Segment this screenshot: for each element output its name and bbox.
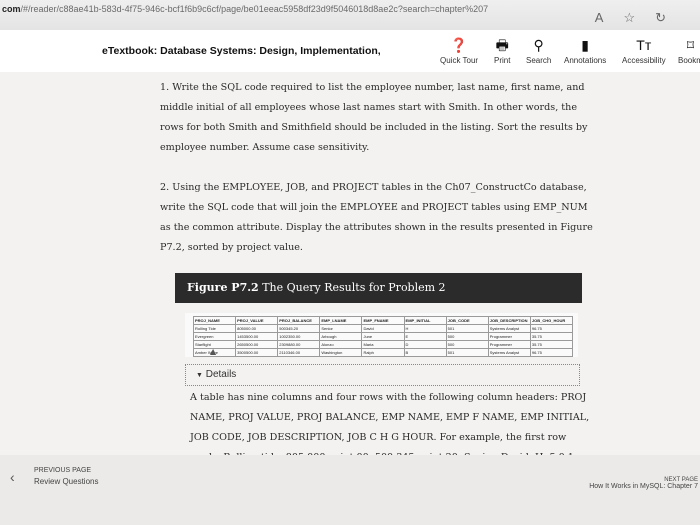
annotation-icon: ▮ (581, 37, 589, 53)
figure-header: Figure P7.2 The Query Results for Proble… (175, 273, 582, 303)
accessibility-button[interactable]: Tт Accessibility (622, 34, 666, 65)
table-cell: 805000.00 (235, 324, 279, 333)
url-text[interactable]: com/#/reader/c88ae41b-583d-4f75-946c-bcf… (2, 4, 488, 14)
table-cell: 3500500.00 (235, 348, 279, 357)
bookmark-button[interactable]: ⌑ Bookm (678, 34, 700, 65)
next-page-link[interactable]: NEXT PAGE How It Works in MySQL: Chapter… (589, 477, 698, 490)
caret-down-icon: ▼ (196, 372, 203, 379)
book-title: eTextbook: Database Systems: Design, Imp… (102, 45, 381, 57)
table-cell: David (361, 324, 405, 333)
table-cell: Ralph (361, 348, 405, 357)
reader-content: 1. Write the SQL code required to list t… (0, 72, 700, 483)
table-header-row: PROJ_NAME PROJ_VALUE PROJ_BALANCE EMP_LNAME… (192, 316, 574, 325)
table-cell: 500345.20 (277, 324, 321, 333)
table-cell: Senior (319, 324, 363, 333)
table-cell: 500 (445, 340, 489, 349)
table-header-cell: PROJ_BALANCE (277, 316, 321, 325)
table-cell: 500 (445, 332, 489, 341)
figure-image: PROJ_NAME PROJ_VALUE PROJ_BALANCE EMP_LNAME… (185, 313, 578, 357)
table-cell: Evergreen (192, 332, 237, 341)
table-cell: 501 (445, 348, 489, 357)
table-header-cell: JOB_DESCRIPTION (487, 316, 531, 325)
favorite-icon[interactable]: ☆ (623, 10, 655, 25)
table-cell: 2309880.00 (277, 340, 321, 349)
table-header-cell: EMP_FNAME (361, 316, 405, 325)
etextbook-toolbar: eTextbook: Database Systems: Design, Imp… (0, 30, 700, 72)
table-header-cell: PROJ_NAME (192, 316, 237, 325)
table-cell: B (403, 348, 447, 357)
table-cell: 2650500.00 (235, 340, 279, 349)
table-row: Starflight 2650500.00 2309880.00 Alonzo Mari… (192, 340, 574, 349)
annotations-button[interactable]: ▮ Annotations (564, 34, 606, 65)
table-cell: June (361, 332, 405, 341)
refresh-icon[interactable]: ↻ (655, 10, 686, 25)
figure-title: The Query Results for Problem 2 (262, 281, 446, 294)
table-row: Evergreen 1453500.00 1002350.00 Arbough June… (192, 332, 574, 341)
table-cell: 1453500.00 (235, 332, 279, 341)
table-cell: Arbough (319, 332, 363, 341)
table-cell: 1002350.00 (277, 332, 321, 341)
table-row: Rolling Tide 805000.00 500345.20 Senior Davi… (192, 324, 574, 333)
table-row: Amber Wave 3500500.00 2110346.00 Washington… (192, 348, 574, 357)
table-cell: D (403, 340, 447, 349)
table-cell: Programmer (487, 332, 531, 341)
table-cell: Washington (319, 348, 363, 357)
question-circle-icon: ❓ (450, 37, 468, 53)
table-cell: 501 (445, 324, 489, 333)
table-cell: Systems Analyst (487, 324, 531, 333)
query-results-table: PROJ_NAME PROJ_VALUE PROJ_BALANCE EMP_LNAME… (192, 316, 574, 357)
table-cell: 2110346.00 (277, 348, 321, 357)
table-header-cell: PROJ_VALUE (235, 316, 279, 325)
bookmark-icon: ⌑ (686, 37, 695, 53)
table-cell: 96.75 (529, 348, 574, 357)
printer-icon: 🖶 (495, 37, 509, 53)
table-cell: 96.75 (529, 324, 574, 333)
table-header-cell: EMP_LNAME (319, 316, 363, 325)
table-cell: Alonzo (319, 340, 363, 349)
table-cell: Systems Analyst (487, 348, 531, 357)
page-navigation: ‹ PREVIOUS PAGE Review Questions NEXT PA… (0, 455, 700, 525)
text-size-icon: Tт (636, 37, 652, 53)
table-header-cell: JOB_CODE (445, 316, 489, 325)
browser-tool-icons: A☆↻ (595, 10, 686, 26)
table-header-cell: JOB_CHG_HOUR (529, 316, 574, 325)
table-cell: H (403, 324, 447, 333)
details-toggle[interactable]: ▼ Details (185, 364, 580, 386)
browser-address-bar[interactable]: com/#/reader/c88ae41b-583d-4f75-946c-bcf… (0, 0, 700, 30)
mouse-cursor-icon: ▲ (210, 347, 217, 356)
table-cell: Programmer (487, 340, 531, 349)
search-button[interactable]: ⚲ Search (526, 34, 551, 65)
print-button[interactable]: 🖶 Print (494, 34, 510, 65)
search-icon: ⚲ (533, 37, 544, 53)
table-cell: Rolling Tide (192, 324, 237, 333)
table-cell: Maria (361, 340, 405, 349)
table-cell: 35.75 (529, 340, 574, 349)
table-header-cell: EMP_INITIAL (403, 316, 447, 325)
question-1: 1. Write the SQL code required to list t… (160, 82, 588, 153)
font-size-icon[interactable]: A (595, 10, 624, 25)
figure-label: Figure P7.2 (187, 281, 259, 294)
table-cell: 35.75 (529, 332, 574, 341)
chevron-left-icon: ‹ (10, 469, 15, 485)
question-2: 2. Using the EMPLOYEE, JOB, and PROJECT … (160, 182, 593, 253)
table-cell: E (403, 332, 447, 341)
quick-tour-button[interactable]: ❓ Quick Tour (440, 34, 478, 65)
